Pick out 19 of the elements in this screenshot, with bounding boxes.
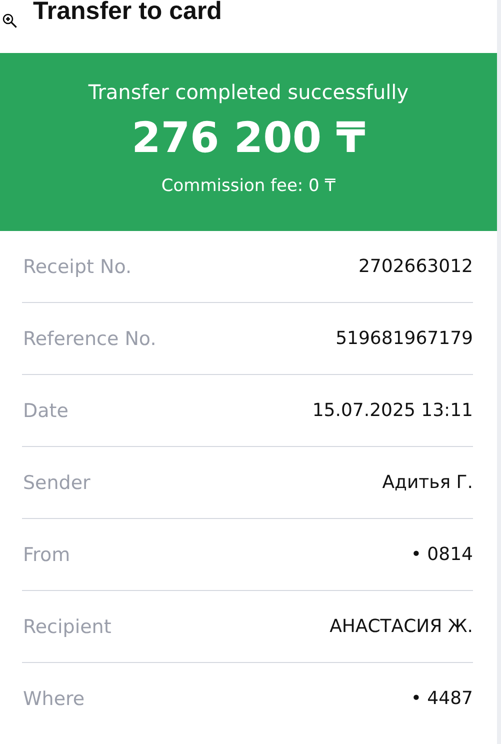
detail-label: Where [22, 688, 85, 710]
commission-fee: Commission fee: 0 ₸ [161, 175, 336, 197]
detail-value: 15.07.2025 13:11 [312, 400, 473, 421]
detail-label: Receipt No. [22, 256, 132, 278]
status-message: Transfer completed successfully [88, 79, 409, 105]
detail-label: Reference No. [22, 328, 156, 350]
detail-value: Адитья Г. [382, 472, 473, 493]
detail-label: Date [22, 400, 68, 422]
detail-value: • 0814 [410, 544, 473, 565]
detail-label: From [22, 544, 70, 566]
detail-value: • 4487 [410, 688, 473, 709]
detail-value: 2702663012 [358, 256, 473, 277]
detail-label: Recipient [22, 616, 112, 638]
detail-value: 519681967179 [336, 328, 473, 349]
detail-label: Sender [22, 472, 90, 494]
transfer-amount: 276 200 ₸ [132, 113, 366, 163]
zoom-in-icon [2, 13, 18, 29]
page-title: Transfer to card [33, 0, 222, 27]
detail-value: АНАСТАСИЯ Ж. [330, 616, 473, 637]
